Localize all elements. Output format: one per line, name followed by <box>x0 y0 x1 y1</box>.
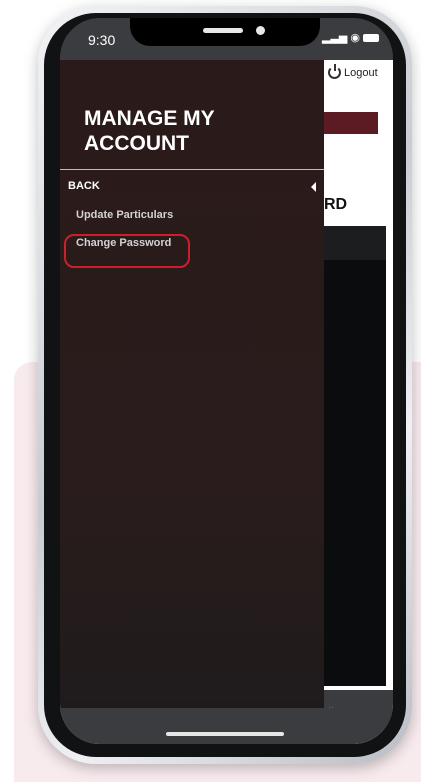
menu-item-update-particulars[interactable]: Update Particulars <box>76 209 173 221</box>
battery-icon <box>363 33 379 42</box>
content-panel <box>322 226 386 686</box>
back-button[interactable]: BACK <box>60 172 324 200</box>
home-indicator[interactable] <box>166 732 284 736</box>
account-drawer: MANAGE MY ACCOUNT BACK Update Particular… <box>60 60 324 708</box>
notch <box>130 18 320 46</box>
page-heading-fragment: RD <box>324 196 348 213</box>
content-panel-header <box>322 226 386 260</box>
logout-label: Logout <box>344 66 378 79</box>
logout-button[interactable]: Logout <box>328 64 378 79</box>
bottom-bar <box>60 708 393 744</box>
drawer-divider <box>60 169 324 170</box>
drawer-title: MANAGE MY ACCOUNT <box>84 107 215 155</box>
header-banner <box>322 112 378 134</box>
signal-icon: ▂▃▅ <box>322 32 348 44</box>
status-icons: ▂▃▅ ◉ <box>322 31 379 44</box>
status-time: 9:30 <box>88 32 116 48</box>
chevron-left-icon <box>311 182 316 192</box>
wifi-icon: ◉ <box>350 32 360 44</box>
power-icon <box>328 64 341 79</box>
speaker-grille <box>203 28 243 33</box>
front-camera <box>256 26 265 35</box>
phone-screen: 9:30 ▂▃▅ ◉ Logout RD olicy MANAGE MY ACC… <box>60 18 393 744</box>
back-label: BACK <box>68 180 100 192</box>
menu-item-change-password[interactable]: Change Password <box>76 237 171 249</box>
status-bar: 9:30 ▂▃▅ ◉ <box>60 18 393 60</box>
